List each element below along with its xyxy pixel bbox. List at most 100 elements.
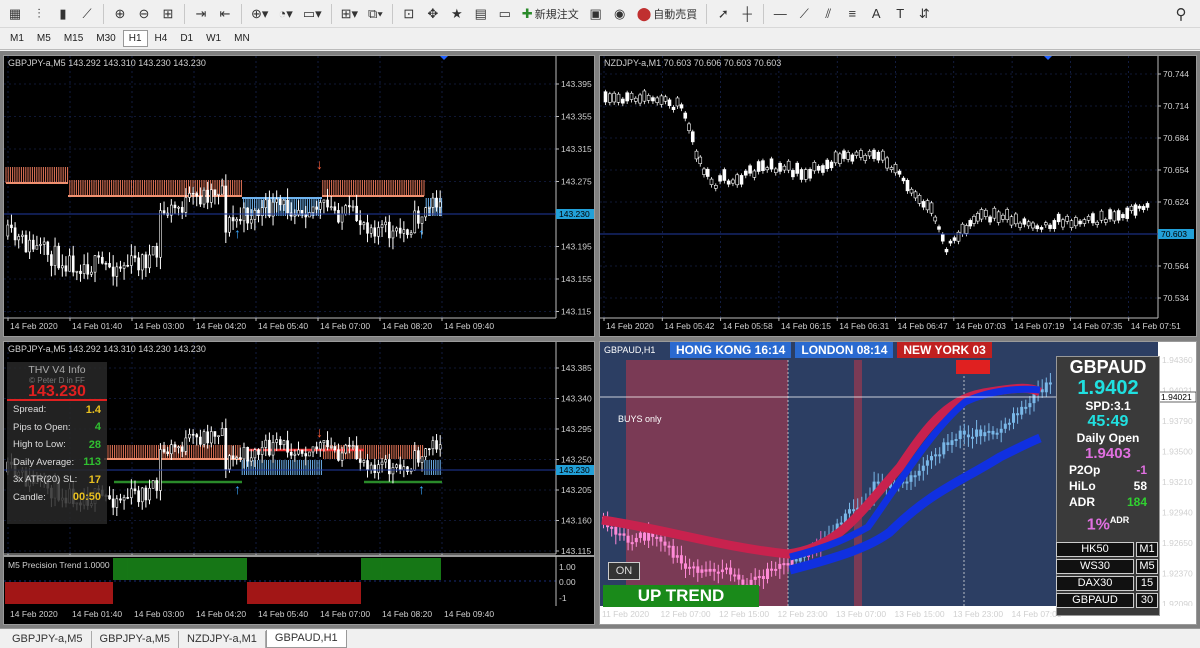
- candle: [391, 467, 395, 475]
- time-tick-label: 12 Feb 15:00: [719, 609, 769, 619]
- candle: [213, 431, 217, 437]
- timeframe-d1-button[interactable]: D1: [174, 30, 199, 47]
- chart-window-gbpjpy-m5-bottom[interactable]: GBPJPY-a,M5 143.292 143.310 143.230 143.…: [3, 341, 595, 625]
- symbol-timeframe-button[interactable]: 15: [1136, 576, 1158, 591]
- symbol-timeframe-button[interactable]: 30: [1136, 593, 1158, 608]
- timeframe-w1-button[interactable]: W1: [200, 30, 227, 47]
- symbol-switch-button[interactable]: GBPAUD: [1056, 593, 1134, 608]
- templates-icon[interactable]: ▭▾: [299, 3, 326, 25]
- chart-tab[interactable]: NZDJPY-a,M1: [179, 631, 266, 648]
- candle: [395, 464, 398, 468]
- crosshair-move-icon[interactable]: ✥: [422, 3, 444, 25]
- candle: [905, 180, 910, 192]
- main-toolbar: ▦ ⫶ ▮ ⟋ ⊕ ⊖ ⊞ ⇥ ⇤ ⊕▾ ◔▾ ▭▾ ⊞▾ ⧉▾ ⊡ ✥ ★ ▤ ▭ ✚ 新規注文 ▣ ◉ ⬤ 自動売買 ➚ ┼ — ⟋…: [0, 0, 1200, 28]
- candle: [246, 447, 249, 462]
- timeframe-h4-button[interactable]: H4: [149, 30, 174, 47]
- candle: [162, 449, 166, 453]
- navigator-icon[interactable]: ⊡: [398, 3, 420, 25]
- candle: [1018, 222, 1022, 228]
- time-tick-label: 12 Feb 23:00: [778, 609, 828, 619]
- price-chart-svg[interactable]: 143.395143.355143.315143.275143.235143.1…: [4, 56, 595, 337]
- candle: [821, 165, 825, 173]
- candle: [964, 225, 969, 234]
- candle: [398, 464, 402, 471]
- price-chart-svg[interactable]: 70.74470.71470.68470.65470.62470.59470.5…: [600, 56, 1197, 337]
- trendline-icon[interactable]: ⟋: [793, 3, 815, 25]
- data-window-icon[interactable]: ▤: [470, 3, 492, 25]
- candle: [206, 189, 209, 203]
- candle: [1024, 406, 1028, 409]
- line-chart-icon[interactable]: ⟋: [76, 3, 98, 25]
- chart-tab[interactable]: GBPJPY-a,M5: [4, 631, 92, 648]
- label-icon[interactable]: T: [889, 3, 911, 25]
- candle: [1121, 214, 1125, 219]
- symbol-timeframe-button[interactable]: M5: [1136, 559, 1158, 574]
- candle: [402, 229, 406, 234]
- chart-shift-icon[interactable]: ⇤: [214, 3, 236, 25]
- zoom-in-icon[interactable]: ⊕: [109, 3, 131, 25]
- candle: [633, 97, 638, 102]
- crosshair-icon[interactable]: ┼: [736, 3, 758, 25]
- search-icon[interactable]: ⚲: [1170, 3, 1192, 25]
- timeframe-m5-button[interactable]: M5: [31, 30, 57, 47]
- timeframe-m30-button[interactable]: M30: [90, 30, 121, 47]
- favorites-icon[interactable]: ★: [446, 3, 468, 25]
- candle: [137, 257, 140, 271]
- signal-icon[interactable]: ◉: [609, 3, 631, 25]
- on-button[interactable]: ON: [608, 562, 640, 580]
- candle: [889, 167, 894, 170]
- symbol-switch-button[interactable]: DAX30: [1056, 576, 1134, 591]
- candle: [140, 487, 144, 503]
- candle: [1141, 206, 1146, 210]
- hline-icon[interactable]: —: [769, 3, 791, 25]
- chart-tab[interactable]: GBPJPY-a,M5: [92, 631, 180, 648]
- symbol-switch-button[interactable]: HK50: [1056, 542, 1134, 557]
- candle: [257, 210, 260, 216]
- timeframe-h1-button[interactable]: H1: [122, 30, 148, 47]
- chart-tab[interactable]: GBPAUD,H1: [265, 630, 347, 648]
- indicators-icon[interactable]: ⊕▾: [247, 3, 272, 25]
- wallet-icon[interactable]: ▣: [585, 3, 607, 25]
- symbol-switch-button[interactable]: WS30: [1056, 559, 1134, 574]
- cursor-icon[interactable]: ➚: [712, 3, 734, 25]
- candle-chart-icon[interactable]: ▮: [52, 3, 74, 25]
- fibonacci-icon[interactable]: ≡: [841, 3, 863, 25]
- chart-window-gbpaud-h1[interactable]: 1.94360 1.94021 1.93790 1.93500 1.93210 1.929…: [599, 341, 1197, 625]
- candle: [859, 150, 863, 158]
- autoscroll-icon[interactable]: ⇥: [190, 3, 212, 25]
- timeframe-mn-button[interactable]: MN: [228, 30, 256, 47]
- session-clock: HONG KONG 16:14: [670, 342, 792, 358]
- timeframe-m15-button[interactable]: M15: [58, 30, 89, 47]
- text-icon[interactable]: A: [865, 3, 887, 25]
- price-tick-label: 1.92650: [1162, 538, 1193, 548]
- zoom-out-icon[interactable]: ⊖: [133, 3, 155, 25]
- chart-window-nzdjpy-m1[interactable]: NZDJPY-a,M1 70.603 70.606 70.603 70.603 …: [599, 55, 1197, 337]
- session-clock: NEW YORK 03: [897, 342, 992, 358]
- info-row-value: 17: [88, 473, 101, 486]
- candle: [722, 169, 727, 181]
- windows-icon[interactable]: ⧉▾: [364, 3, 387, 25]
- candle: [1035, 225, 1040, 230]
- candle: [122, 497, 126, 501]
- toolbar-separator: [103, 3, 104, 24]
- new-order-button[interactable]: ✚ 新規注文: [518, 3, 583, 25]
- periods-icon[interactable]: ◔▾: [274, 3, 296, 25]
- candle: [975, 213, 980, 222]
- chart-window-gbpjpy-m5-top[interactable]: GBPJPY-a,M5 143.292 143.310 143.230 143.…: [3, 55, 595, 337]
- arrows-icon[interactable]: ⇵: [913, 3, 935, 25]
- candle: [159, 210, 162, 258]
- equidistant-channel-icon[interactable]: ⫽: [817, 3, 839, 25]
- new-chart-icon[interactable]: ▦: [4, 3, 26, 25]
- candle: [184, 437, 188, 452]
- candle: [630, 542, 634, 545]
- tile-windows-icon[interactable]: ⊞: [157, 3, 179, 25]
- candle: [97, 255, 100, 258]
- terminal-icon[interactable]: ▭: [494, 3, 516, 25]
- bar-chart-icon[interactable]: ⫶: [28, 3, 50, 25]
- candle: [663, 96, 668, 102]
- symbol-timeframe-button[interactable]: M1: [1136, 542, 1158, 557]
- profiles-icon[interactable]: ⊞▾: [337, 3, 362, 25]
- candle: [741, 579, 745, 585]
- auto-trading-button[interactable]: ⬤ 自動売買: [633, 3, 702, 25]
- timeframe-m1-button[interactable]: M1: [4, 30, 30, 47]
